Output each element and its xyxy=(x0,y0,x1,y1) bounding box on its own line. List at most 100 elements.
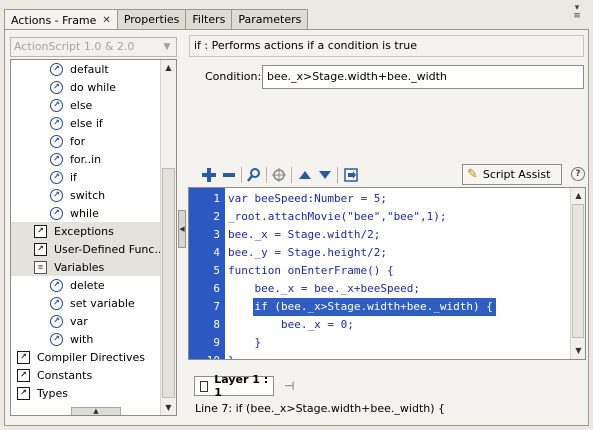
tree-item[interactable]: ↗ while xyxy=(11,204,162,222)
tree-item[interactable]: ≡ Variables xyxy=(11,258,162,276)
code-line[interactable]: 5 function onEnterFrame() { xyxy=(189,262,571,280)
tree-item[interactable]: ↗ default xyxy=(11,60,162,78)
scroll-down-icon[interactable]: ▼ xyxy=(571,343,585,358)
layer-tab-label: Layer 1 : 1 xyxy=(214,373,269,399)
pin-script-icon[interactable]: ⊣ xyxy=(284,379,294,393)
code-lines[interactable]: 1 var beeSpeed:Number = 5; 2 _root.attachMo… xyxy=(189,190,571,359)
toolbar-divider xyxy=(337,167,338,183)
script-assist-button[interactable]: ✎ Script Assist xyxy=(462,164,562,185)
tree-item[interactable]: ↗ Exceptions xyxy=(11,222,162,240)
line-number: 10 xyxy=(189,352,220,359)
move-up-icon[interactable] xyxy=(297,167,313,183)
code-line[interactable]: 4 bee._y = Stage.height/2; xyxy=(189,244,571,262)
tree-item[interactable]: ↗ else if xyxy=(11,114,162,132)
code-line[interactable]: 1 var beeSpeed:Number = 5; xyxy=(189,190,571,208)
tree-item-label: else xyxy=(70,98,93,112)
target-path-icon[interactable] xyxy=(271,167,287,183)
tree-item[interactable]: ↗ var xyxy=(11,312,162,330)
tree-item[interactable]: ↗ set variable xyxy=(11,294,162,312)
scroll-thumb[interactable] xyxy=(572,204,584,338)
code-text: bee._x = bee._x+beeSpeed; xyxy=(228,282,421,295)
close-icon[interactable]: ✕ xyxy=(102,11,110,30)
code-line[interactable]: 6 bee._x = bee._x+beeSpeed; xyxy=(189,280,571,298)
condition-input[interactable]: bee._x>Stage.width+bee._width xyxy=(262,65,584,89)
code-text: _root.attachMovie("bee","bee",1); xyxy=(228,210,447,223)
tree-item-label: do while xyxy=(70,80,117,94)
tree-item-label: Constants xyxy=(37,368,93,382)
script-editor[interactable]: 1 var beeSpeed:Number = 5; 2 _root.attachMo… xyxy=(188,187,586,360)
find-icon[interactable] xyxy=(246,167,262,183)
tree-item-label: delete xyxy=(70,278,105,292)
panel-options-menu-icon[interactable]: ▾ ≡ xyxy=(569,4,585,21)
tree-item-label: default xyxy=(70,62,109,76)
tab-filters[interactable]: Filters xyxy=(185,9,233,29)
code-line[interactable]: 10} xyxy=(189,352,571,359)
tab-label: Filters xyxy=(192,13,226,26)
actionscript-version-select[interactable]: ActionScript 1.0 & 2.0 ▼ xyxy=(10,37,177,57)
book-icon: ↗ xyxy=(17,368,30,382)
script-document-icon xyxy=(200,380,209,392)
tree-item[interactable]: ↗ else xyxy=(11,96,162,114)
tree-scrollbar[interactable]: ▲ ▼ xyxy=(160,60,176,415)
book-icon: ↗ xyxy=(34,224,47,238)
delete-statement-icon[interactable] xyxy=(221,167,237,183)
action-description: if : Performs actions if a condition is … xyxy=(189,35,584,57)
status-line: Line 7: if (bee._x>Stage.width+bee._widt… xyxy=(195,402,446,415)
move-down-icon[interactable] xyxy=(317,167,333,183)
code-text: bee._x = Stage.width/2; xyxy=(228,228,381,241)
book-icon: ↗ xyxy=(17,350,30,364)
tree-item-label: Types xyxy=(37,386,68,400)
editor-scrollbar[interactable]: ▲ ▼ xyxy=(570,188,585,359)
condition-label: Condition: xyxy=(205,70,262,83)
tree-item[interactable]: ↗ Constants xyxy=(11,366,162,384)
line-number: 1 xyxy=(213,192,220,205)
collapse-toolbox-handle[interactable]: ◀ xyxy=(178,210,186,248)
line-number: 4 xyxy=(213,246,220,259)
tab-label: Properties xyxy=(123,13,180,26)
tree-item[interactable]: ↗ for..in xyxy=(11,150,162,168)
action-circle-icon: ↗ xyxy=(50,152,63,166)
tab-properties[interactable]: Properties xyxy=(116,9,187,29)
tree-item[interactable]: ↗ Compiler Directives xyxy=(11,348,162,366)
tree-item[interactable]: ↗ do while xyxy=(11,78,162,96)
scroll-down-icon[interactable]: ▼ xyxy=(161,400,176,415)
tree-item-label: var xyxy=(70,314,88,328)
line-number: 8 xyxy=(213,318,220,331)
tab-label: Actions - Frame xyxy=(11,13,97,27)
tree-item-label: set variable xyxy=(70,296,135,310)
tab-parameters[interactable]: Parameters xyxy=(231,9,309,29)
code-line[interactable]: 8 bee._x = 0; xyxy=(189,316,571,334)
tree-item[interactable]: ↗ with xyxy=(11,330,162,348)
tab-actions-frame[interactable]: Actions - Frame ✕ xyxy=(4,9,118,30)
line-number: 6 xyxy=(213,282,220,295)
action-circle-icon: ↗ xyxy=(50,98,63,112)
actions-panel: ActionScript 1.0 & 2.0 ▼ ↗ default ↗ do whi… xyxy=(4,29,589,426)
tree-item[interactable]: ↗ Types xyxy=(11,384,162,402)
tree-item[interactable]: ↗ for xyxy=(11,132,162,150)
tree-item[interactable]: ↗ if xyxy=(11,168,162,186)
line-number: 5 xyxy=(213,264,220,277)
action-circle-icon: ↗ xyxy=(50,170,63,184)
code-line[interactable]: 2 _root.attachMovie("bee","bee",1); xyxy=(189,208,571,226)
line-number: 2 xyxy=(213,210,220,223)
code-line[interactable]: 7 if (bee._x>Stage.width+bee._width) { xyxy=(189,298,571,316)
action-circle-icon: ↗ xyxy=(50,134,63,148)
code-line[interactable]: 9 } xyxy=(189,334,571,352)
layer-tab[interactable]: Layer 1 : 1 xyxy=(194,373,274,399)
scroll-up-icon[interactable]: ▲ xyxy=(161,60,176,75)
add-statement-icon[interactable] xyxy=(201,167,217,183)
insert-target-icon[interactable] xyxy=(343,167,359,183)
scroll-up-icon[interactable]: ▲ xyxy=(571,188,585,203)
scroll-thumb[interactable] xyxy=(162,168,175,398)
code-text: bee._y = Stage.height/2; xyxy=(228,246,387,259)
tree-item-label: switch xyxy=(70,188,106,202)
code-line[interactable]: 3 bee._x = Stage.width/2; xyxy=(189,226,571,244)
panel-tabs: Actions - Frame ✕ Properties Filters Par… xyxy=(4,9,309,30)
tree-item[interactable]: ↗ delete xyxy=(11,276,162,294)
version-value: ActionScript 1.0 & 2.0 xyxy=(14,40,135,53)
tree-item[interactable]: ↗ User-Defined Func... xyxy=(11,240,165,258)
tree-item[interactable]: ↗ switch xyxy=(11,186,162,204)
toolbar-divider xyxy=(266,167,267,183)
help-icon[interactable]: ? xyxy=(571,167,585,181)
resize-grip-icon[interactable]: ▲ xyxy=(71,407,121,415)
